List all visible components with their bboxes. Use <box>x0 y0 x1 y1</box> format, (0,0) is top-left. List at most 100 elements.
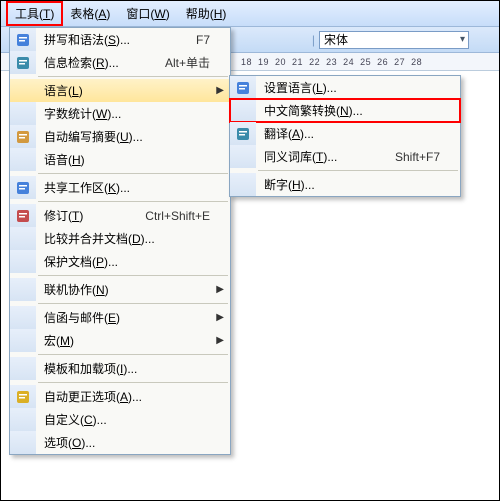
menu-item-label: 共享工作区(K)... <box>36 179 230 196</box>
menubar: 工具(T)表格(A)窗口(W)帮助(H) <box>1 1 499 27</box>
menu-item-label: 自动更正选项(A)... <box>36 388 230 405</box>
tools-menu-item[interactable]: 自动更正选项(A)... <box>10 385 230 408</box>
tools-menu-item[interactable]: 字数统计(W)... <box>10 102 230 125</box>
menu-item-label: 中文简繁转换(N)... <box>256 102 460 119</box>
blank-icon <box>10 306 36 329</box>
ruler-mark: 24 <box>343 57 354 67</box>
language-submenu-item[interactable]: 同义词库(T)...Shift+F7 <box>230 145 460 168</box>
menu-item-label: 比较并合并文档(D)... <box>36 230 230 247</box>
tools-menu-item[interactable]: 自定义(C)... <box>10 408 230 431</box>
chevron-right-icon: ▶ <box>216 85 224 96</box>
language-submenu: 设置语言(L)... 中文简繁转换(N)... 翻译(A)... 同义词库(T)...… <box>229 75 461 197</box>
translate-icon <box>230 122 256 145</box>
tools-menu: 拼写和语法(S)...F7信息检索(R)...Alt+单击语言(L)▶字数统计(… <box>9 27 231 455</box>
font-combo[interactable]: 宋体 <box>319 31 469 49</box>
ruler-mark: 26 <box>377 57 388 67</box>
blank-icon <box>10 148 36 171</box>
menu-item-label: 设置语言(L)... <box>256 79 460 96</box>
blank-icon <box>10 250 36 273</box>
tools-menu-item[interactable]: 语言(L)▶ <box>10 79 230 102</box>
menu-item-shortcut: Ctrl+Shift+E <box>145 209 230 223</box>
menu-item-label: 模板和加载项(I)... <box>36 360 230 377</box>
menu-separator <box>38 354 228 355</box>
blank-icon <box>10 431 36 454</box>
menu-item-label: 自定义(C)... <box>36 411 230 428</box>
separator: | <box>312 33 315 47</box>
blank-icon <box>10 278 36 301</box>
tools-menu-item[interactable]: 自动编写摘要(U)... <box>10 125 230 148</box>
menu-item-label: 断字(H)... <box>256 176 460 193</box>
ruler-mark: 23 <box>326 57 337 67</box>
menu-item-label: 保护文档(P)... <box>36 253 230 270</box>
ruler-mark: 18 <box>241 57 252 67</box>
menu-item-label: 字数统计(W)... <box>36 105 230 122</box>
menu-item-shortcut: F7 <box>196 33 230 47</box>
spell-icon <box>10 28 36 51</box>
chevron-right-icon: ▶ <box>216 312 224 323</box>
menu-separator <box>38 275 228 276</box>
tools-menu-item[interactable]: 宏(M)▶ <box>10 329 230 352</box>
blank-icon <box>10 357 36 380</box>
tools-menu-item[interactable]: 联机协作(N)▶ <box>10 278 230 301</box>
ruler-mark: 28 <box>411 57 422 67</box>
menu-item-shortcut: Shift+F7 <box>395 150 460 164</box>
tools-menu-item[interactable]: 比较并合并文档(D)... <box>10 227 230 250</box>
menu-separator <box>38 303 228 304</box>
menubar-item-h[interactable]: 帮助(H) <box>178 2 235 25</box>
menubar-item-a[interactable]: 表格(A) <box>62 2 118 25</box>
blank-icon <box>230 145 256 168</box>
blank-icon <box>10 408 36 431</box>
menu-separator <box>38 201 228 202</box>
menubar-item-w[interactable]: 窗口(W) <box>118 2 177 25</box>
blank-icon <box>10 79 36 102</box>
ruler-mark: 20 <box>275 57 286 67</box>
ruler-mark: 19 <box>258 57 269 67</box>
menubar-item-t[interactable]: 工具(T) <box>7 2 62 25</box>
tools-menu-item[interactable]: 模板和加载项(I)... <box>10 357 230 380</box>
blank-icon <box>230 99 256 122</box>
ruler-mark: 21 <box>292 57 303 67</box>
language-submenu-item[interactable]: 中文简繁转换(N)... <box>230 99 460 122</box>
ruler-mark: 22 <box>309 57 320 67</box>
menu-item-label: 语音(H) <box>36 151 230 168</box>
menu-item-label: 信函与邮件(E) <box>36 309 230 326</box>
language-submenu-item[interactable]: 断字(H)... <box>230 173 460 196</box>
menu-item-label: 自动编写摘要(U)... <box>36 128 230 145</box>
menu-separator <box>38 173 228 174</box>
chevron-right-icon: ▶ <box>216 284 224 295</box>
menu-item-label: 语言(L) <box>36 82 230 99</box>
tools-menu-item[interactable]: 信函与邮件(E)▶ <box>10 306 230 329</box>
tools-menu-item[interactable]: 保护文档(P)... <box>10 250 230 273</box>
menu-item-label: 修订(T) <box>36 207 145 224</box>
blank-icon <box>230 173 256 196</box>
tools-menu-item[interactable]: 信息检索(R)...Alt+单击 <box>10 51 230 74</box>
chevron-right-icon: ▶ <box>216 335 224 346</box>
menu-item-label: 宏(M) <box>36 332 230 349</box>
research-icon <box>10 51 36 74</box>
language-submenu-item[interactable]: 设置语言(L)... <box>230 76 460 99</box>
tools-menu-item[interactable]: 选项(O)... <box>10 431 230 454</box>
setlang-icon <box>230 76 256 99</box>
blank-icon <box>10 102 36 125</box>
summary-icon <box>10 125 36 148</box>
menu-item-label: 选项(O)... <box>36 434 230 451</box>
font-combo-value: 宋体 <box>324 31 348 48</box>
tools-menu-item[interactable]: 修订(T)Ctrl+Shift+E <box>10 204 230 227</box>
tools-menu-item[interactable]: 共享工作区(K)... <box>10 176 230 199</box>
menu-item-label: 联机协作(N) <box>36 281 230 298</box>
blank-icon <box>10 329 36 352</box>
shared-icon <box>10 176 36 199</box>
menu-item-label: 翻译(A)... <box>256 125 460 142</box>
menu-separator <box>38 76 228 77</box>
ruler-mark: 25 <box>360 57 371 67</box>
menu-item-shortcut: Alt+单击 <box>165 54 230 71</box>
menu-separator <box>258 170 458 171</box>
language-submenu-item[interactable]: 翻译(A)... <box>230 122 460 145</box>
menu-item-label: 信息检索(R)... <box>36 54 165 71</box>
autocorrect-icon <box>10 385 36 408</box>
menu-separator <box>38 382 228 383</box>
tools-menu-item[interactable]: 拼写和语法(S)...F7 <box>10 28 230 51</box>
menu-item-label: 同义词库(T)... <box>256 148 395 165</box>
track-icon <box>10 204 36 227</box>
tools-menu-item[interactable]: 语音(H) <box>10 148 230 171</box>
